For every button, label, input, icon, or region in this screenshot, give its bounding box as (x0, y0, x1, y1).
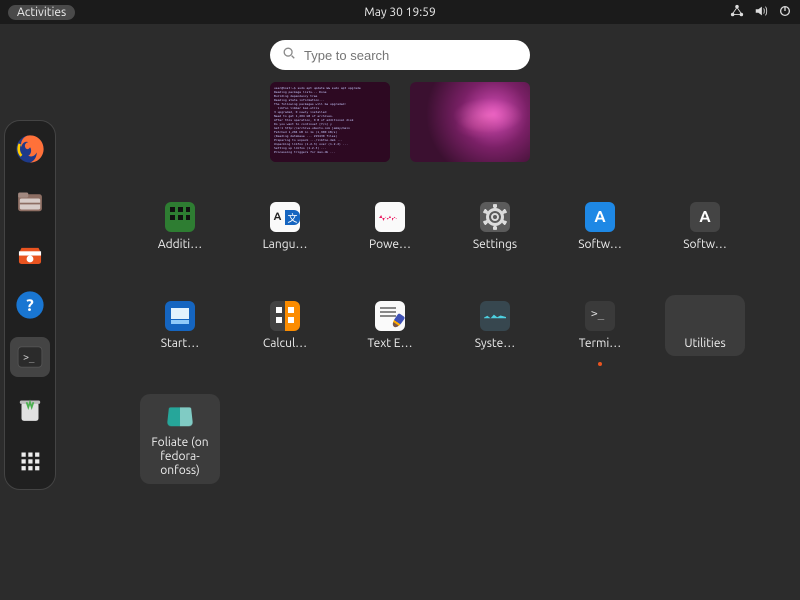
dock-software[interactable] (10, 233, 50, 273)
terminal-icon (585, 301, 615, 331)
dock: ? >_ (4, 120, 56, 490)
dock-firefox[interactable] (10, 129, 50, 169)
app-terminal[interactable]: Termi… (560, 295, 640, 356)
app-additional-drivers[interactable]: Additi… (140, 196, 220, 257)
workspace-thumb-1[interactable]: user@host:~$ sudo apt update && sudo apt… (270, 82, 390, 162)
app-grid: Additi… Langu… Powe… Settings Softw… Sof… (140, 196, 760, 484)
dock-show-apps[interactable] (10, 441, 50, 481)
app-software-updater[interactable]: Softw… (665, 196, 745, 257)
network-icon[interactable] (730, 4, 744, 21)
app-software-and-updates[interactable]: Softw… (560, 196, 640, 257)
book-icon (165, 400, 195, 430)
app-settings[interactable]: Settings (455, 196, 535, 257)
app-startup-applications[interactable]: Start… (140, 295, 220, 356)
app-calculator[interactable]: Calcul… (245, 295, 325, 356)
status-area[interactable] (730, 4, 792, 21)
app-label: Foliate (on fedora-onfoss) (142, 436, 218, 478)
app-power-statistics[interactable]: Powe… (350, 196, 430, 257)
app-label: Softw… (578, 238, 622, 251)
calculator-icon (270, 301, 300, 331)
dock-help[interactable]: ? (10, 285, 50, 325)
app-label: Utilities (684, 337, 725, 350)
app-text-editor[interactable]: Text E… (350, 295, 430, 356)
app-label: Calcul… (263, 337, 307, 350)
monitor-graph-icon (480, 301, 510, 331)
svg-text:?: ? (26, 296, 34, 315)
language-icon (270, 202, 300, 232)
app-label: Additi… (158, 238, 202, 251)
clock[interactable]: May 30 19:59 (364, 6, 435, 19)
app-label: Syste… (475, 337, 515, 350)
updater-a-icon (690, 202, 720, 232)
app-label: Powe… (369, 238, 411, 251)
app-label: Settings (473, 238, 517, 251)
app-system-monitor[interactable]: Syste… (455, 295, 535, 356)
power-graph-icon (375, 202, 405, 232)
volume-icon[interactable] (754, 4, 768, 21)
folder-grid-icon (690, 301, 720, 331)
search-bar[interactable] (270, 40, 530, 70)
window-icon (165, 301, 195, 331)
app-label: Start… (161, 337, 200, 350)
power-icon[interactable] (778, 4, 792, 21)
dock-files[interactable] (10, 181, 50, 221)
app-label: Softw… (683, 238, 727, 251)
dock-terminal[interactable]: >_ (10, 337, 50, 377)
software-a-icon (585, 202, 615, 232)
app-utilities-folder[interactable]: Utilities (665, 295, 745, 356)
svg-text:>_: >_ (23, 352, 35, 363)
dock-trash[interactable] (10, 389, 50, 429)
top-bar: Activities May 30 19:59 (0, 0, 800, 24)
activities-button[interactable]: Activities (8, 5, 75, 20)
app-label: Text E… (367, 337, 412, 350)
app-label: Langu… (263, 238, 308, 251)
circuit-board-icon (165, 202, 195, 232)
app-label: Termi… (579, 337, 622, 350)
search-icon (282, 46, 296, 64)
app-foliate[interactable]: Foliate (on fedora-onfoss) (140, 394, 220, 484)
running-indicator-icon (598, 362, 602, 366)
gear-icon (480, 202, 510, 232)
workspace-thumb-2[interactable] (410, 82, 530, 162)
workspace-thumbnails: user@host:~$ sudo apt update && sudo apt… (270, 82, 530, 162)
text-editor-icon (375, 301, 405, 331)
app-language-support[interactable]: Langu… (245, 196, 325, 257)
search-input[interactable] (304, 48, 518, 63)
